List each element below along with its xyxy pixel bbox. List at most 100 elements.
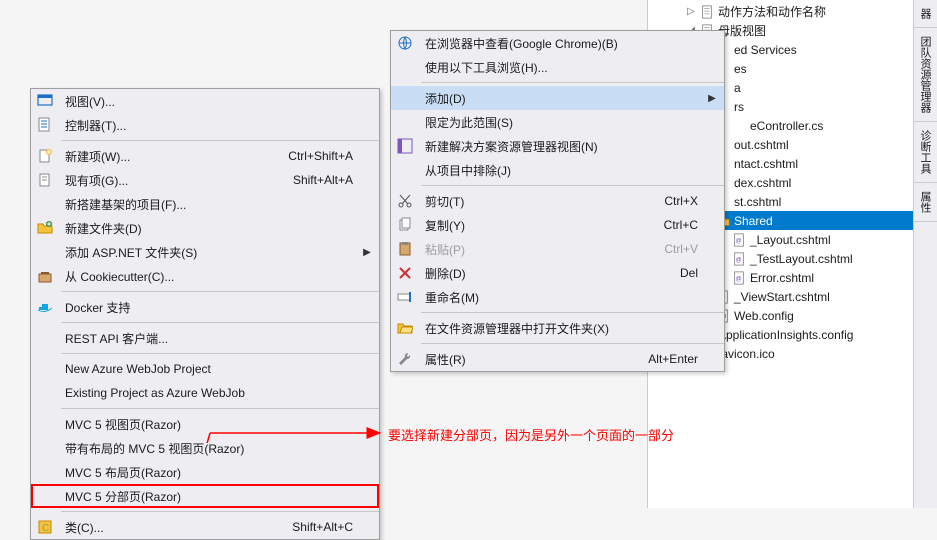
menu-separator [421,82,724,83]
tree-item-label: 动作方法和动作名称 [716,3,826,20]
menu-separator [61,408,379,409]
menu-item-shortcut: Alt+Enter [648,352,706,366]
class-icon: C [31,519,59,535]
solview-icon [391,138,419,154]
menu2-item-14[interactable]: 在文件资源管理器中打开文件夹(X) [391,316,724,340]
menu2-item-10[interactable]: 粘贴(P)Ctrl+V [391,237,724,261]
menu-separator [61,140,379,141]
menu1-item-22[interactable]: C类(C)...Shift+Alt+C [31,515,379,539]
menu-item-label: 粘贴(P) [419,241,664,258]
doc-icon [698,5,716,19]
menu1-item-5[interactable]: 新搭建基架的项目(F)... [31,192,379,216]
menu2-item-1[interactable]: 使用以下工具浏览(H)... [391,55,724,79]
cshtml-icon: @ [730,233,748,247]
paste-icon [391,241,419,257]
menu1-item-4[interactable]: 现有项(G)...Shift+Alt+A [31,168,379,192]
menu1-item-19[interactable]: MVC 5 布局页(Razor) [31,460,379,484]
menu-item-label: 新建项(W)... [59,148,288,165]
wrench-icon [391,351,419,367]
menu2-item-8[interactable]: 剪切(T)Ctrl+X [391,189,724,213]
side-tab-2[interactable]: 诊断工具 [914,122,937,183]
menu2-item-0[interactable]: 在浏览器中查看(Google Chrome)(B) [391,31,724,55]
side-tab-0[interactable]: 器 [914,0,937,28]
menu-item-shortcut: Ctrl+X [664,194,706,208]
menu-item-label: 删除(D) [419,265,680,282]
menu1-item-14[interactable]: New Azure WebJob Project [31,357,379,381]
context-menu-primary: 视图(V)...控制器(T)...新建项(W)...Ctrl+Shift+A现有… [30,88,380,540]
menu2-item-12[interactable]: 重命名(M) [391,285,724,309]
delete-icon [391,265,419,281]
tree-item-label: out.cshtml [732,138,789,152]
menu2-item-16[interactable]: 属性(R)Alt+Enter [391,347,724,371]
menu1-item-18[interactable]: 带有布局的 MVC 5 视图页(Razor) [31,436,379,460]
menu-item-shortcut: Ctrl+Shift+A [288,149,361,163]
menu-item-label: Existing Project as Azure WebJob [59,386,353,400]
tree-item-label: _Layout.cshtml [748,233,831,247]
menu-item-label: 添加 ASP.NET 文件夹(S) [59,244,353,261]
tree-item-label: _ViewStart.cshtml [732,290,830,304]
menu-item-label: Docker 支持 [59,299,353,316]
menu-item-label: 带有布局的 MVC 5 视图页(Razor) [59,440,353,457]
menu-item-label: MVC 5 视图页(Razor) [59,416,353,433]
menu1-item-3[interactable]: 新建项(W)...Ctrl+Shift+A [31,144,379,168]
menu2-item-9[interactable]: 复制(Y)Ctrl+C [391,213,724,237]
context-menu-secondary: 在浏览器中查看(Google Chrome)(B) 使用以下工具浏览(H)... 添… [390,30,725,372]
cshtml-icon: @ [730,252,748,266]
svg-text:@: @ [736,275,742,282]
menu2-item-3[interactable]: 添加(D)▶ [391,86,724,110]
svg-text:@: @ [736,237,742,244]
submenu-arrow-icon: ▶ [706,93,718,104]
tree-item-label: ed Services [732,43,797,57]
menu1-item-0[interactable]: 视图(V)... [31,89,379,113]
rename-icon [391,289,419,305]
menu2-item-6[interactable]: 从项目中排除(J) [391,158,724,182]
menu2-item-5[interactable]: 新建解决方案资源管理器视图(N) [391,134,724,158]
menu-item-label: 视图(V)... [59,93,353,110]
menu1-item-6[interactable]: 新建文件夹(D) [31,216,379,240]
tree-row-0[interactable]: ▷ 动作方法和动作名称 [648,2,937,21]
menu-separator [61,322,379,323]
menu1-item-10[interactable]: Docker 支持 [31,295,379,319]
tree-expander-icon[interactable]: ▷ [684,6,698,17]
menu-item-label: 剪切(T) [419,193,664,210]
menu-separator [61,291,379,292]
tree-item-label: st.cshtml [732,195,781,209]
menu2-item-4[interactable]: 限定为此范围(S) [391,110,724,134]
menu-item-shortcut: Shift+Alt+A [293,173,361,187]
cookie-icon [31,268,59,284]
menu-item-shortcut: Del [680,266,706,280]
tree-item-label: Web.config [732,309,794,323]
menu2-item-11[interactable]: 删除(D)Del [391,261,724,285]
menu1-item-12[interactable]: REST API 客户端... [31,326,379,350]
menu1-item-17[interactable]: MVC 5 视图页(Razor) [31,412,379,436]
svg-text:C: C [42,523,49,534]
menu-item-label: 限定为此范围(S) [419,114,698,131]
tree-item-label: rs [732,100,744,114]
submenu-arrow-icon: ▶ [361,247,373,258]
newitem-icon [31,148,59,164]
menu-item-shortcut: Ctrl+V [664,242,706,256]
menu1-item-15[interactable]: Existing Project as Azure WebJob [31,381,379,405]
tree-item-label: ApplicationInsights.config [716,328,853,342]
tree-item-label: Shared [732,214,773,228]
menu-item-label: 使用以下工具浏览(H)... [419,59,698,76]
side-tab-1[interactable]: 团队资源管理器 [914,28,937,122]
svg-text:@: @ [736,256,742,263]
tree-item-label: eController.cs [748,119,823,133]
menu-separator [421,343,724,344]
menu-item-label: 新建解决方案资源管理器视图(N) [419,138,698,155]
menu-item-label: 新搭建基架的项目(F)... [59,196,353,213]
menu1-item-8[interactable]: 从 Cookiecutter(C)... [31,264,379,288]
openfolder-icon [391,320,419,336]
menu-item-label: 重命名(M) [419,289,698,306]
menu1-item-1[interactable]: 控制器(T)... [31,113,379,137]
menu-item-label: 控制器(T)... [59,117,353,134]
browser-icon [391,35,419,51]
menu-item-label: 在文件资源管理器中打开文件夹(X) [419,320,698,337]
side-tab-3[interactable]: 属性 [914,183,937,222]
tree-item-label: es [732,62,747,76]
menu1-item-20[interactable]: MVC 5 分部页(Razor) [31,484,379,508]
view-icon [31,93,59,109]
menu1-item-7[interactable]: 添加 ASP.NET 文件夹(S) ▶ [31,240,379,264]
tree-item-label: Error.cshtml [748,271,814,285]
